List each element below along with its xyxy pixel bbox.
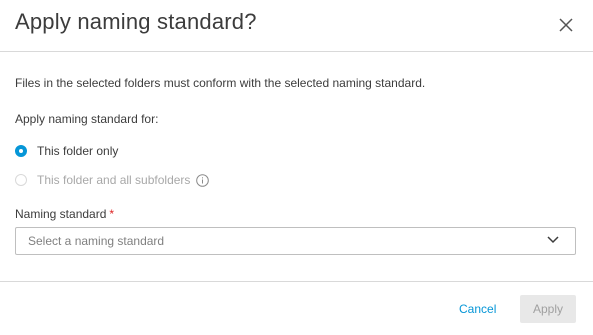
chevron-down-icon bbox=[547, 236, 559, 244]
close-button[interactable] bbox=[555, 14, 577, 36]
dialog-title: Apply naming standard? bbox=[15, 9, 257, 34]
radio-button-selected[interactable] bbox=[15, 145, 27, 157]
naming-standard-label-text: Naming standard bbox=[15, 207, 107, 221]
close-icon bbox=[559, 18, 573, 32]
required-marker: * bbox=[109, 207, 115, 221]
apply-for-label: Apply naming standard for: bbox=[15, 112, 159, 126]
cancel-button[interactable]: Cancel bbox=[459, 302, 496, 316]
radio-label-folder-and-subfolders: This folder and all subfolders bbox=[37, 173, 191, 187]
apply-naming-standard-dialog: Apply naming standard? Files in the sele… bbox=[0, 0, 593, 335]
radio-folder-and-subfolders: This folder and all subfolders bbox=[15, 173, 210, 187]
dialog-description: Files in the selected folders must confo… bbox=[15, 76, 426, 90]
naming-standard-select[interactable]: Select a naming standard bbox=[15, 227, 576, 255]
apply-button: Apply bbox=[520, 295, 576, 323]
dialog-header: Apply naming standard? bbox=[0, 0, 593, 52]
select-placeholder: Select a naming standard bbox=[28, 234, 165, 248]
naming-standard-label: Naming standard * bbox=[15, 207, 114, 221]
dialog-footer: Cancel Apply bbox=[0, 281, 593, 335]
radio-this-folder-only[interactable]: This folder only bbox=[15, 144, 118, 158]
radio-label-this-folder-only: This folder only bbox=[37, 144, 119, 158]
radio-button-disabled bbox=[15, 174, 27, 186]
info-icon[interactable] bbox=[196, 173, 210, 187]
